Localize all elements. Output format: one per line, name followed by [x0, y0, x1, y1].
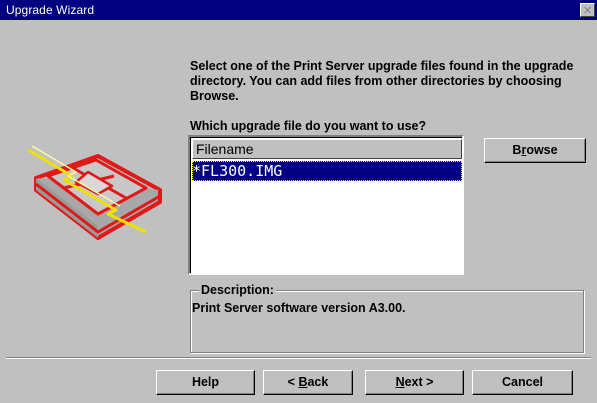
description-label: Description: [199, 283, 276, 297]
file-list-item[interactable]: *FL300.IMG [192, 161, 462, 181]
help-button[interactable]: Help [156, 370, 255, 395]
upgrade-wizard-dialog: Upgrade Wizard × Select one of the Print… [0, 0, 597, 403]
instructions-text: Select one of the Print Server upgrade f… [190, 59, 574, 103]
cancel-button[interactable]: Cancel [472, 370, 573, 395]
back-label-prefix: < [287, 375, 299, 389]
upgrade-file-list[interactable]: Filename *FL300.IMG [188, 135, 464, 275]
browse-label-rest: owse [526, 143, 558, 157]
next-label-rest: ext > [404, 375, 434, 389]
next-label-accel: N [395, 375, 405, 389]
red-printer-with-lightning-icon [27, 145, 162, 240]
back-label-rest: ack [307, 375, 329, 389]
button-separator [6, 357, 591, 359]
title-bar: Upgrade Wizard × [0, 0, 597, 20]
back-button[interactable]: < Back [263, 370, 353, 395]
description-group [190, 290, 584, 353]
description-text: Print Server software version A3.00. [192, 301, 406, 315]
file-list-frame: Filename *FL300.IMG [190, 137, 462, 273]
filename-column-header[interactable]: Filename [192, 139, 462, 159]
next-button[interactable]: Next > [365, 370, 464, 395]
window-title: Upgrade Wizard [6, 3, 95, 17]
browse-button[interactable]: Browse [484, 138, 586, 163]
close-icon[interactable]: × [580, 3, 595, 17]
file-question-label: Which upgrade file do you want to use? [190, 119, 427, 133]
